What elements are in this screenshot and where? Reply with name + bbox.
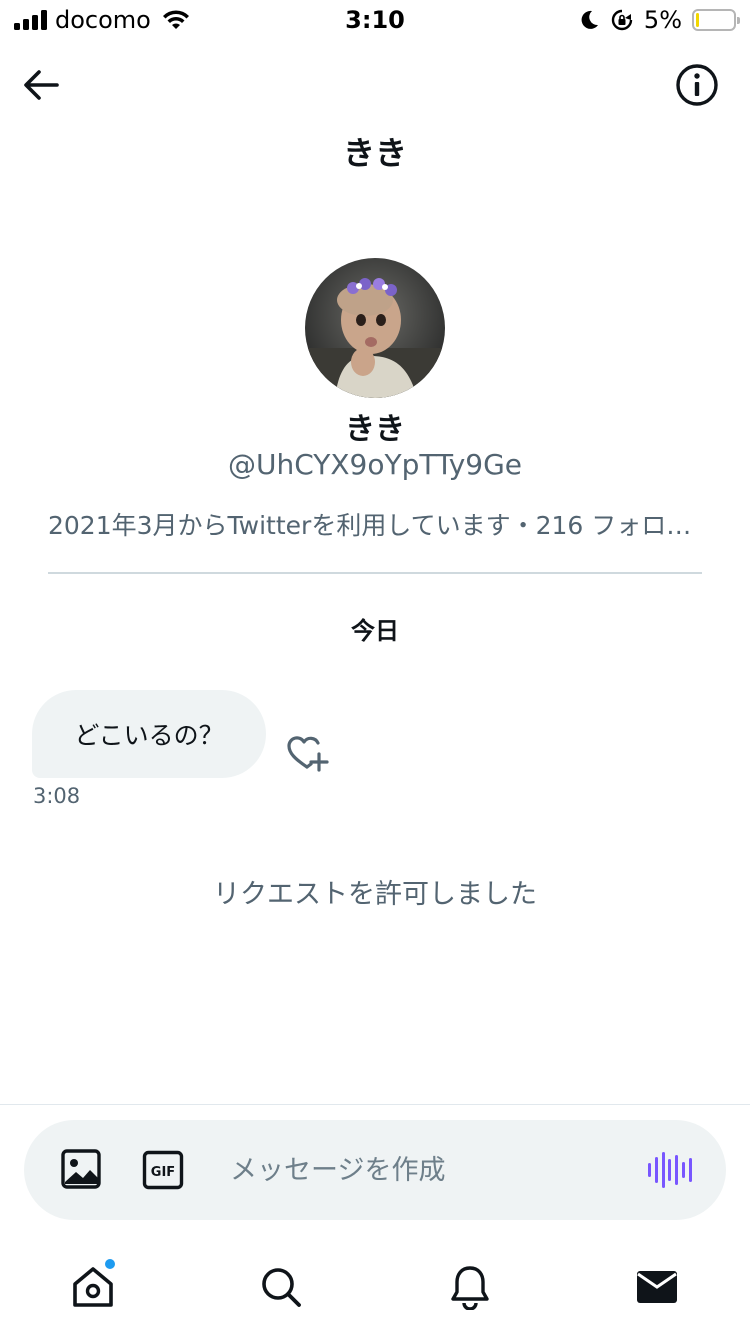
date-separator: 今日 [351,617,399,645]
heart-plus-icon [287,736,329,772]
rotation-lock-icon [611,9,633,31]
gif-button[interactable]: GIF [142,1150,184,1190]
battery-percent: 5% [643,6,682,34]
conversation-title: きき [342,134,407,172]
status-bar: docomo 3:10 5% [0,0,750,40]
home-icon [73,1267,113,1307]
tab-notifications[interactable] [445,1262,495,1312]
voice-bar [661,1152,665,1188]
react-button[interactable] [282,732,332,776]
message-time: 3:08 [33,784,81,808]
voice-bar [654,1157,658,1183]
tab-search[interactable] [256,1262,306,1312]
mail-icon [637,1271,677,1303]
image-icon [61,1149,101,1189]
profile-name: きき [345,412,405,447]
status-right: 5% [578,6,740,34]
tab-home[interactable] [68,1258,118,1312]
avatar[interactable] [305,258,445,398]
system-note: リクエストを許可しました [213,879,537,910]
notification-dot [104,1258,116,1270]
tab-messages[interactable] [632,1262,682,1312]
battery-icon [692,9,740,31]
media-button[interactable] [60,1148,102,1190]
info-button[interactable] [674,62,720,108]
info-icon [676,64,718,106]
message-bubble[interactable]: どこいるの？ [32,690,266,778]
gif-icon: GIF [142,1150,184,1190]
voice-button[interactable] [648,1150,692,1190]
svg-text:GIF: GIF [151,1165,175,1180]
bell-icon [451,1266,489,1310]
voice-bar [648,1163,651,1177]
voice-bar [688,1158,692,1182]
moon-icon [581,10,598,29]
avatar-image [305,258,445,398]
divider [48,572,702,574]
battery-fill [696,13,699,27]
profile-meta: 2021年3月からTwitterを利用しています・216 フォロワー [48,511,702,540]
profile-handle: @UhCYX9oYpTTy9Ge [227,448,523,481]
arrow-left-icon [24,70,59,100]
composer-divider [0,1104,750,1105]
tab-bar [0,1250,750,1334]
voice-bar [668,1159,672,1181]
voice-bar [675,1155,679,1185]
composer: GIF [24,1120,726,1220]
voice-bar [682,1162,686,1178]
search-icon [262,1268,301,1307]
back-button[interactable] [18,62,64,108]
message-input[interactable] [230,1150,610,1190]
